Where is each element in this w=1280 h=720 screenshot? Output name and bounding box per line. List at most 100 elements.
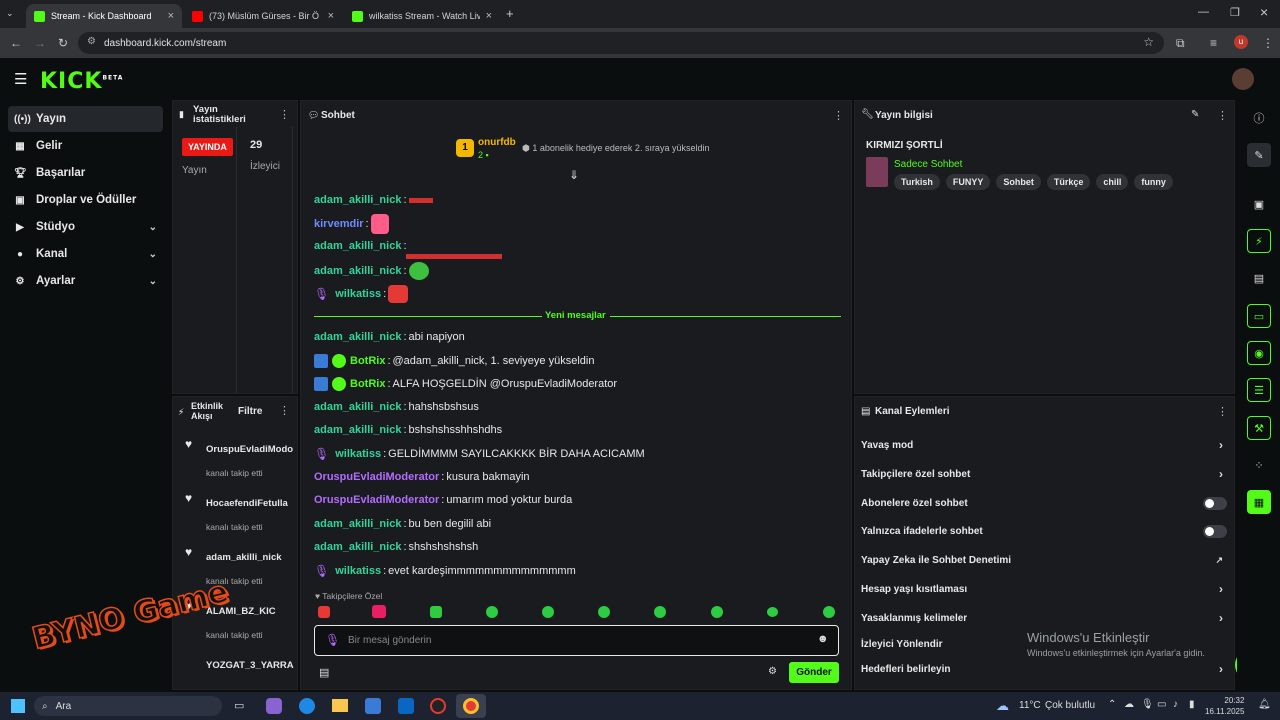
tag-chip[interactable]: Sohbet	[996, 174, 1041, 190]
user-avatar[interactable]	[1232, 68, 1254, 90]
emote-picker-icon[interactable]	[767, 607, 778, 617]
store-icon[interactable]: ▤	[319, 666, 329, 679]
clapperboard-icon[interactable]: ▦	[1247, 490, 1271, 514]
sidebar-item-gelir[interactable]: ▦ Gelir	[8, 133, 163, 159]
volume-icon[interactable]: ♪	[1173, 699, 1178, 710]
tab-search-icon[interactable]: ⌄	[6, 8, 14, 19]
sidebar-item-ayarlar[interactable]: ⚙ Ayarlar ⌄	[8, 268, 163, 294]
stream-info-menu-icon[interactable]: ⋮	[1217, 109, 1228, 122]
action-followers-only[interactable]: Takipçilere özel sohbet ›	[861, 464, 1227, 484]
chat-menu-icon[interactable]: ⋮	[833, 109, 844, 122]
bookmark-star-icon[interactable]: ☆	[1143, 35, 1154, 49]
sidebar-item-studyo[interactable]: ▶ Stüdyo ⌄	[8, 214, 163, 240]
new-tab-icon[interactable]: +	[506, 6, 514, 21]
tag-chip[interactable]: Turkish	[894, 174, 940, 190]
tray-chevron-icon[interactable]: ⌃	[1108, 699, 1116, 710]
chrome-taskbar-button[interactable]	[456, 694, 486, 718]
chat-username[interactable]: OruspuEvladiModerator	[314, 494, 439, 506]
store-icon[interactable]	[365, 698, 381, 714]
chat-username[interactable]: OruspuEvladiModerator	[314, 471, 439, 483]
task-view-icon[interactable]: ▭	[234, 699, 244, 712]
activity-user[interactable]: adam_akilli_nick	[206, 552, 282, 563]
emote-picker-icon[interactable]	[711, 606, 723, 618]
file-explorer-icon[interactable]	[332, 699, 348, 712]
mail-icon[interactable]	[398, 698, 414, 714]
emoji-picker-icon[interactable]: ☻	[817, 633, 829, 645]
sidebar-item-yayin[interactable]: ((•)) Yayın	[8, 106, 163, 132]
hamburger-menu-icon[interactable]: ☰	[14, 70, 27, 88]
close-icon[interactable]: ×	[486, 10, 492, 22]
microphone-icon[interactable]: 🎙︎	[1141, 699, 1154, 710]
broadcast-icon[interactable]: ◉	[1247, 341, 1271, 365]
toggle-switch[interactable]	[1203, 496, 1227, 510]
lightning-icon[interactable]: ⚡︎	[1247, 229, 1271, 253]
chat-settings-gear-icon[interactable]: ⚙	[768, 666, 777, 677]
taskbar-search[interactable]: ⌕ Ara	[34, 696, 222, 716]
pinned-user[interactable]: onurfdb	[478, 137, 516, 148]
clipboard-icon[interactable]: ▤	[1247, 266, 1271, 290]
tag-chip[interactable]: Türkçe	[1046, 174, 1091, 190]
close-icon[interactable]: ×	[168, 10, 174, 22]
restore-icon[interactable]: ❐	[1230, 6, 1240, 19]
emote-picker-icon[interactable]	[598, 606, 610, 618]
window-close-icon[interactable]: ×	[1260, 4, 1268, 20]
profile-avatar[interactable]: u	[1234, 35, 1248, 49]
chat-username[interactable]: adam_akilli_nick	[314, 518, 401, 530]
chat-username[interactable]: wilkatiss	[335, 448, 381, 460]
info-icon[interactable]: ⓘ	[1247, 106, 1271, 130]
copilot-icon[interactable]	[266, 698, 282, 714]
layout-icon[interactable]: ☰	[1247, 378, 1271, 402]
edit-pencil-icon[interactable]: ✎	[1191, 109, 1199, 120]
windows-start-icon[interactable]	[11, 699, 25, 713]
weather-temp[interactable]: 11°C	[1019, 700, 1041, 711]
action-goals[interactable]: Hedefleri belirleyin ›	[861, 659, 1227, 679]
chat-username[interactable]: adam_akilli_nick	[314, 265, 401, 277]
sidebar-item-basarilar[interactable]: 🏆︎ Başarılar	[8, 160, 163, 186]
chat-username[interactable]: adam_akilli_nick	[314, 541, 401, 553]
edit-pencil-icon[interactable]: ✎	[1247, 143, 1271, 167]
send-button[interactable]: Gönder	[789, 662, 839, 683]
chat-bubble-icon[interactable]: ▭	[1247, 304, 1271, 328]
activity-menu-icon[interactable]: ⋮	[279, 404, 290, 417]
chat-username[interactable]: kirvemdir	[314, 218, 364, 230]
emote-picker-icon[interactable]	[823, 606, 835, 618]
minimize-icon[interactable]: —	[1198, 6, 1209, 18]
activity-user[interactable]: OruspuEvladiModo	[206, 444, 293, 455]
sidebar-item-kanal[interactable]: ● Kanal ⌄	[8, 241, 163, 267]
action-ai-moderation[interactable]: Yapay Zeka ile Sohbet Denetimi ↗	[861, 550, 1227, 570]
tag-chip[interactable]: FUNYY	[945, 174, 991, 190]
category-link[interactable]: Sadece Sohbet	[894, 159, 962, 170]
wrench-icon[interactable]: ⚒	[1247, 416, 1271, 440]
activity-user[interactable]: HocaefendiFetulla	[206, 498, 288, 509]
emote-picker-icon[interactable]	[542, 606, 554, 618]
channel-actions-menu-icon[interactable]: ⋮	[1217, 405, 1228, 418]
edge-icon[interactable]	[299, 698, 315, 714]
cloud-icon[interactable]: ☁	[1124, 699, 1134, 710]
site-info-icon[interactable]: ⚙	[87, 36, 96, 47]
stats-menu-icon[interactable]: ⋮	[279, 108, 290, 121]
sidebar-item-droplar[interactable]: ▣ Droplar ve Ödüller	[8, 187, 163, 213]
action-account-age[interactable]: Hesap yaşı kısıtlaması ›	[861, 579, 1227, 599]
screen-capture-icon[interactable]: ▣	[1247, 192, 1271, 216]
emote-picker-icon[interactable]	[430, 606, 442, 618]
chat-username[interactable]: adam_akilli_nick	[314, 194, 401, 206]
emote-picker-icon[interactable]	[372, 605, 386, 618]
emote-picker-icon[interactable]	[318, 606, 330, 618]
emote-picker-icon[interactable]	[486, 606, 498, 618]
filter-button[interactable]: Filtre	[238, 406, 262, 417]
back-icon[interactable]: ←	[10, 36, 22, 50]
weather-text[interactable]: Çok bulutlu	[1045, 700, 1095, 711]
browser-menu-icon[interactable]: ⋮	[1262, 36, 1274, 50]
browser-tab-3[interactable]: wilkatiss Stream - Watch Live o ×	[344, 4, 500, 28]
reload-icon[interactable]: ↻	[58, 36, 68, 50]
browser-tab-2[interactable]: (73) Müslüm Gürses - Bir Ö ×	[184, 4, 342, 28]
scroll-down-icon[interactable]: ⇓	[569, 168, 579, 182]
chat-username[interactable]: BotRix	[350, 378, 385, 390]
chat-username[interactable]: adam_akilli_nick	[314, 240, 401, 252]
chat-username[interactable]: wilkatiss	[335, 565, 381, 577]
network-icon[interactable]: ▭	[1157, 699, 1166, 710]
chat-input-box[interactable]: 🎙︎ Bir mesaj gönderin ☻	[314, 625, 839, 656]
chat-username[interactable]: BotRix	[350, 355, 385, 367]
browser-tab-1[interactable]: Stream - Kick Dashboard ×	[26, 4, 182, 28]
forward-icon[interactable]: →	[34, 36, 46, 50]
